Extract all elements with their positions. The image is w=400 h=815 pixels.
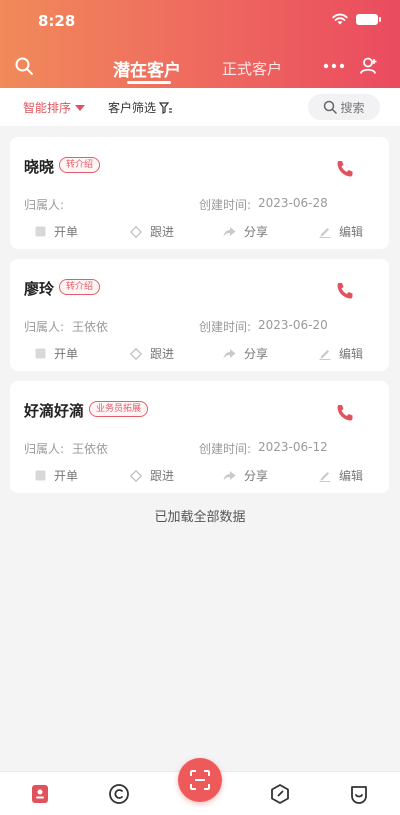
follow-up-icon	[130, 469, 142, 482]
customer-card[interactable]: 晓晓 转介绍 归属人: 创建时间: 2023-06-28 开单 跟进 分享 编辑	[10, 137, 389, 249]
edit-label: 编辑	[339, 347, 364, 361]
owner-label: 归属人:	[24, 198, 65, 212]
order-icon	[35, 226, 46, 237]
tab-activity-icon[interactable]	[107, 782, 131, 806]
edit-icon	[319, 227, 331, 238]
search-label: 搜索	[340, 100, 365, 115]
edit-button[interactable]: 编辑	[319, 467, 363, 484]
top-nav: 潜在客户 正式客户	[0, 48, 400, 84]
share-button[interactable]: 分享	[223, 467, 268, 484]
created-date: 2023-06-28	[258, 196, 328, 210]
order-icon	[35, 348, 46, 359]
customer-filter-label: 客户筛选	[108, 101, 157, 115]
edit-button[interactable]: 编辑	[319, 223, 363, 240]
phone-icon[interactable]	[333, 157, 357, 181]
created-label: 创建时间:	[199, 320, 252, 334]
edit-button[interactable]: 编辑	[319, 345, 363, 362]
share-label: 分享	[244, 347, 269, 361]
phone-icon[interactable]	[333, 279, 357, 303]
header: 8:28 潜在客户 正式客户	[0, 0, 400, 88]
filter-bar: 智能排序 客户筛选 搜索	[0, 88, 400, 126]
customer-filter-button[interactable]: 客户筛选	[108, 99, 173, 116]
smart-sort-label: 智能排序	[23, 101, 72, 115]
create-order-button[interactable]: 开单	[35, 467, 78, 484]
created-label: 创建时间:	[199, 442, 252, 456]
list-end-message: 已加载全部数据	[154, 510, 246, 525]
follow-up-icon	[130, 225, 142, 238]
scan-button[interactable]	[178, 758, 222, 802]
smart-sort-dropdown[interactable]: 智能排序	[23, 99, 86, 116]
share-icon	[223, 470, 236, 481]
tab-profile-icon[interactable]	[347, 782, 371, 806]
follow-up-label: 跟进	[150, 347, 175, 361]
edit-label: 编辑	[339, 225, 364, 239]
card-actions: 开单 跟进 分享 编辑	[10, 345, 389, 365]
customer-card[interactable]: 好滴好滴 业务员拓展 归属人: 王依依 创建时间: 2023-06-12 开单 …	[10, 381, 389, 493]
tab-potential-customers[interactable]: 潜在客户	[113, 56, 181, 81]
bottom-tab-bar	[0, 758, 400, 815]
share-icon	[223, 348, 236, 359]
tab-formal-customers[interactable]: 正式客户	[222, 58, 282, 79]
order-icon	[35, 470, 46, 481]
share-label: 分享	[244, 225, 269, 239]
created-label: 创建时间:	[199, 198, 252, 212]
scan-icon	[190, 770, 210, 790]
search-icon	[324, 100, 338, 114]
follow-up-icon	[130, 347, 142, 360]
card-actions: 开单 跟进 分享 编辑	[10, 223, 389, 243]
source-badge: 业务员拓展	[89, 401, 149, 417]
create-order-label: 开单	[54, 225, 79, 239]
customer-name: 晓晓	[24, 158, 55, 176]
follow-up-button[interactable]: 跟进	[130, 467, 174, 484]
more-icon[interactable]	[322, 54, 346, 78]
customer-name: 好滴好滴	[24, 402, 85, 420]
owner-value: 王依依	[72, 320, 109, 334]
tab-shield-icon[interactable]	[268, 782, 292, 806]
status-icons	[332, 13, 381, 25]
add-user-icon[interactable]	[357, 54, 381, 78]
follow-up-label: 跟进	[150, 469, 175, 483]
follow-up-button[interactable]: 跟进	[130, 223, 174, 240]
source-badge: 转介绍	[59, 157, 101, 173]
card-actions: 开单 跟进 分享 编辑	[10, 467, 389, 487]
status-bar: 8:28	[0, 0, 400, 44]
phone-icon[interactable]	[333, 401, 357, 425]
share-button[interactable]: 分享	[223, 345, 268, 362]
create-order-button[interactable]: 开单	[35, 223, 78, 240]
battery-icon	[356, 13, 381, 25]
wifi-icon	[332, 13, 348, 25]
follow-up-label: 跟进	[150, 225, 175, 239]
customer-card[interactable]: 廖玲 转介绍 归属人: 王依依 创建时间: 2023-06-20 开单 跟进 分…	[10, 259, 389, 371]
share-button[interactable]: 分享	[223, 223, 268, 240]
status-time: 8:28	[38, 12, 76, 30]
active-tab-indicator	[127, 81, 171, 84]
filter-icon	[159, 101, 173, 114]
search-button[interactable]: 搜索	[308, 94, 380, 120]
owner-label: 归属人:	[24, 320, 65, 334]
source-badge: 转介绍	[59, 279, 101, 295]
share-icon	[223, 226, 236, 237]
created-date: 2023-06-20	[258, 318, 328, 332]
edit-label: 编辑	[339, 469, 364, 483]
created-date: 2023-06-12	[258, 440, 328, 454]
edit-icon	[319, 349, 331, 360]
share-label: 分享	[244, 469, 269, 483]
search-icon[interactable]	[12, 54, 36, 78]
create-order-label: 开单	[54, 469, 79, 483]
customer-name: 廖玲	[24, 280, 55, 298]
create-order-label: 开单	[54, 347, 79, 361]
create-order-button[interactable]: 开单	[35, 345, 78, 362]
edit-icon	[319, 471, 331, 482]
tab-customers-icon[interactable]	[28, 782, 52, 806]
caret-down-icon	[75, 104, 86, 111]
owner-value: 王依依	[72, 442, 109, 456]
owner-label: 归属人:	[24, 442, 65, 456]
follow-up-button[interactable]: 跟进	[130, 345, 174, 362]
